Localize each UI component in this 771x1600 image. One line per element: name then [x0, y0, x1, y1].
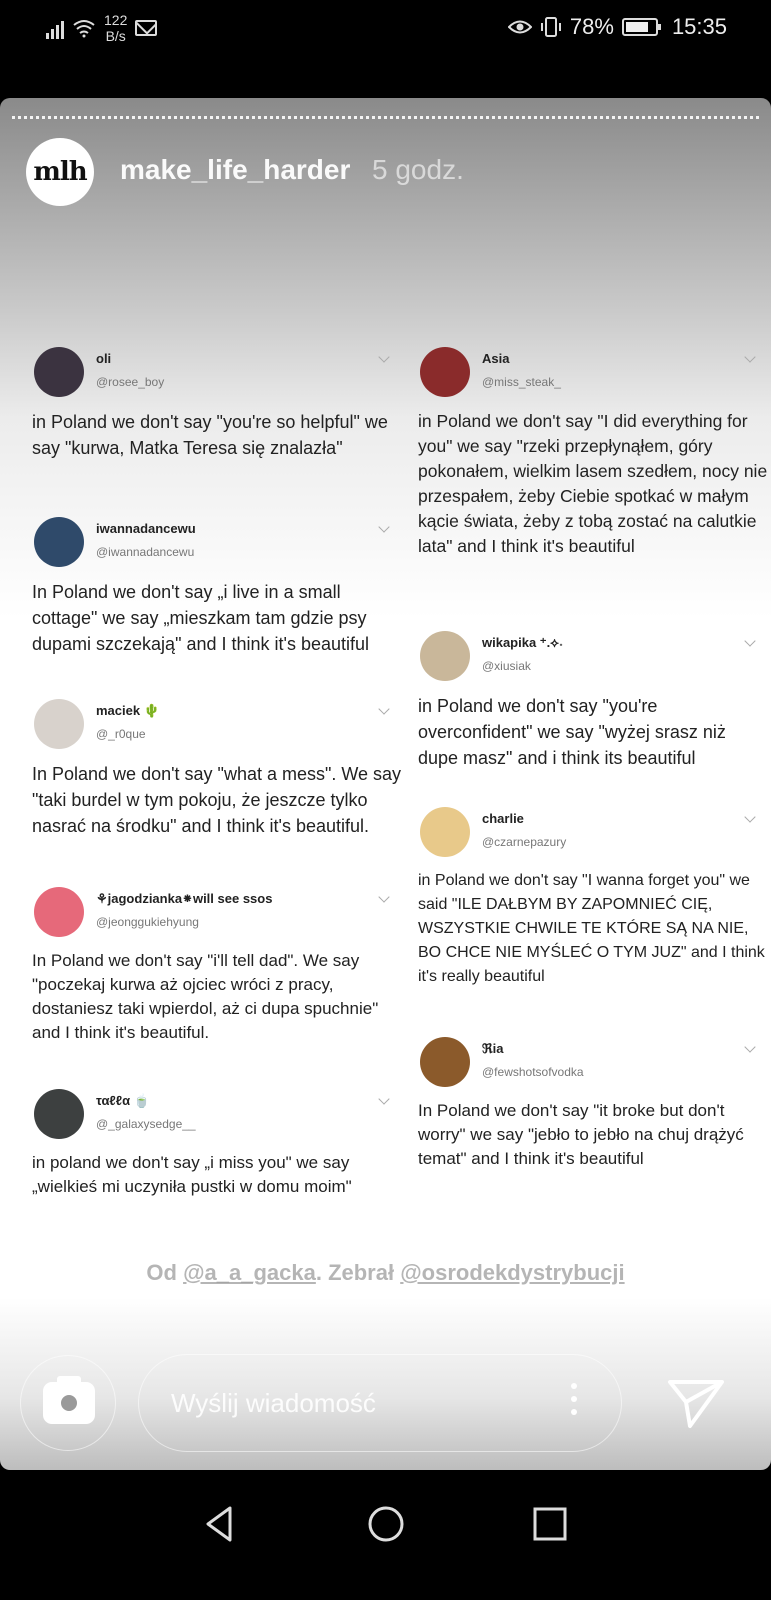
tweet-author-handle: @jeonggukiehyung: [96, 915, 199, 929]
tweet-author-name: charlie: [482, 811, 524, 826]
tweet-card: wikapika ⁺.⟡˖ @xiusiak in Poland we don'…: [418, 627, 768, 771]
story-avatar[interactable]: mlh: [26, 138, 94, 206]
battery-icon: [621, 18, 661, 36]
tweet-author-name: Asia: [482, 351, 510, 366]
camera-button[interactable]: [20, 1355, 116, 1451]
tweet-card: ταℓℓα 🍵 @_galaxysedge__ in poland we don…: [32, 1085, 402, 1199]
tweet-text: In Poland we don't say "i'll tell dad". …: [32, 951, 379, 1042]
story-progress-bar: [12, 116, 759, 119]
tweet-text: in poland we don't say „i miss you" we s…: [32, 1153, 352, 1196]
tweet-author-name: wikapika ⁺.⟡˖: [482, 635, 564, 650]
message-placeholder: Wyślij wiadomość: [171, 1388, 376, 1418]
tweet-text: In Poland we don't say „i live in a smal…: [32, 582, 370, 654]
story-viewer[interactable]: mlh make_life_harder 5 godz. oli @rosee_…: [0, 98, 771, 1470]
tweet-author-name: oli: [96, 351, 112, 366]
battery-percent: 78%: [569, 14, 614, 39]
chevron-down-icon: [744, 1041, 756, 1053]
tweet-author-handle: @czarnepazury: [482, 835, 567, 849]
tweet-author-handle: @xiusiak: [482, 659, 531, 673]
tweet-avatar: [34, 347, 84, 397]
tweet-text: In Poland we don't say "it broke but don…: [418, 1101, 744, 1168]
more-options-icon[interactable]: [571, 1383, 577, 1422]
tweet-text: in Poland we don't say "you're overconfi…: [418, 696, 726, 768]
tweet-text: in Poland we don't say "I did everything…: [418, 411, 768, 556]
tweet-author-name: ℜia: [482, 1041, 504, 1056]
chevron-down-icon: [744, 635, 756, 647]
chevron-down-icon: [378, 521, 390, 533]
story-timestamp: 5 godz.: [372, 154, 464, 185]
tweet-author-handle: @miss_steak_: [482, 375, 561, 389]
tweet-avatar: [420, 807, 470, 857]
tweet-author-handle: @rosee_boy: [96, 375, 165, 389]
wifi-icon: [73, 20, 95, 38]
tweet-avatar: [34, 517, 84, 567]
tweet-avatar: [420, 1037, 470, 1087]
credit-caption: Od @a_a_gacka. Zebrał @osrodekdystrybucj…: [146, 1260, 625, 1285]
send-icon[interactable]: [666, 1376, 726, 1430]
tweet-text: In Poland we don't say "what a mess". We…: [32, 764, 402, 836]
tweet-author-handle: @fewshotsofvodka: [482, 1065, 584, 1079]
tweet-author-handle: @iwannadancewu: [96, 545, 195, 559]
tweet-card: Asia @miss_steak_ in Poland we don't say…: [418, 343, 768, 559]
vibrate-icon: [540, 17, 561, 37]
eye-icon: [507, 20, 532, 34]
tweet-text: in Poland we don't say "I wanna forget y…: [418, 872, 765, 985]
tweet-card: ⚘jagodzianka⁕will see ssos @jeonggukiehy…: [32, 883, 402, 1045]
net-speed: 122 B/s: [104, 12, 128, 44]
message-input[interactable]: Wyślij wiadomość: [138, 1354, 622, 1452]
tweet-avatar: [34, 699, 84, 749]
signal-icon: [46, 17, 64, 39]
tweet-card: charlie @czarnepazury in Poland we don't…: [418, 803, 768, 989]
tweet-avatar: [34, 1089, 84, 1139]
tweet-author-name: maciek 🌵: [96, 703, 160, 718]
chevron-down-icon: [744, 351, 756, 363]
status-bar: 122 B/s 78% 15:35: [0, 0, 771, 58]
home-icon[interactable]: [366, 1504, 406, 1544]
tweet-card: iwannadancewu @iwannadancewu In Poland w…: [32, 513, 402, 657]
tweet-card: oli @rosee_boy in Poland we don't say "y…: [32, 343, 402, 461]
tweet-author-handle: @_galaxysedge__: [96, 1117, 196, 1131]
tweet-text: in Poland we don't say "you're so helpfu…: [32, 412, 388, 458]
chevron-down-icon: [378, 703, 390, 715]
back-icon[interactable]: [200, 1504, 240, 1544]
tweet-card: ℜia @fewshotsofvodka In Poland we don't …: [418, 1033, 768, 1171]
tweet-card: maciek 🌵 @_r0que In Poland we don't say …: [32, 695, 402, 839]
tweet-avatar: [420, 631, 470, 681]
tweet-author-name: ταℓℓα 🍵: [96, 1093, 150, 1108]
tweet-avatar: [420, 347, 470, 397]
story-username[interactable]: make_life_harder: [120, 154, 350, 186]
chevron-down-icon: [378, 891, 390, 903]
clock: 15:35: [671, 14, 727, 39]
navigation-bar: [0, 1470, 771, 1600]
chevron-down-icon: [744, 811, 756, 823]
chevron-down-icon: [378, 351, 390, 363]
tweet-avatar: [34, 887, 84, 937]
tweet-author-handle: @_r0que: [96, 727, 146, 741]
credit-author-link[interactable]: @a_a_gacka: [183, 1260, 316, 1285]
tweet-author-name: ⚘jagodzianka⁕will see ssos: [96, 891, 273, 906]
credit-collector-link[interactable]: @osrodekdystrybucji: [400, 1260, 624, 1285]
mail-icon: [135, 20, 158, 36]
chevron-down-icon: [378, 1093, 390, 1105]
tweet-author-name: iwannadancewu: [96, 521, 196, 536]
recent-apps-icon[interactable]: [530, 1504, 570, 1544]
